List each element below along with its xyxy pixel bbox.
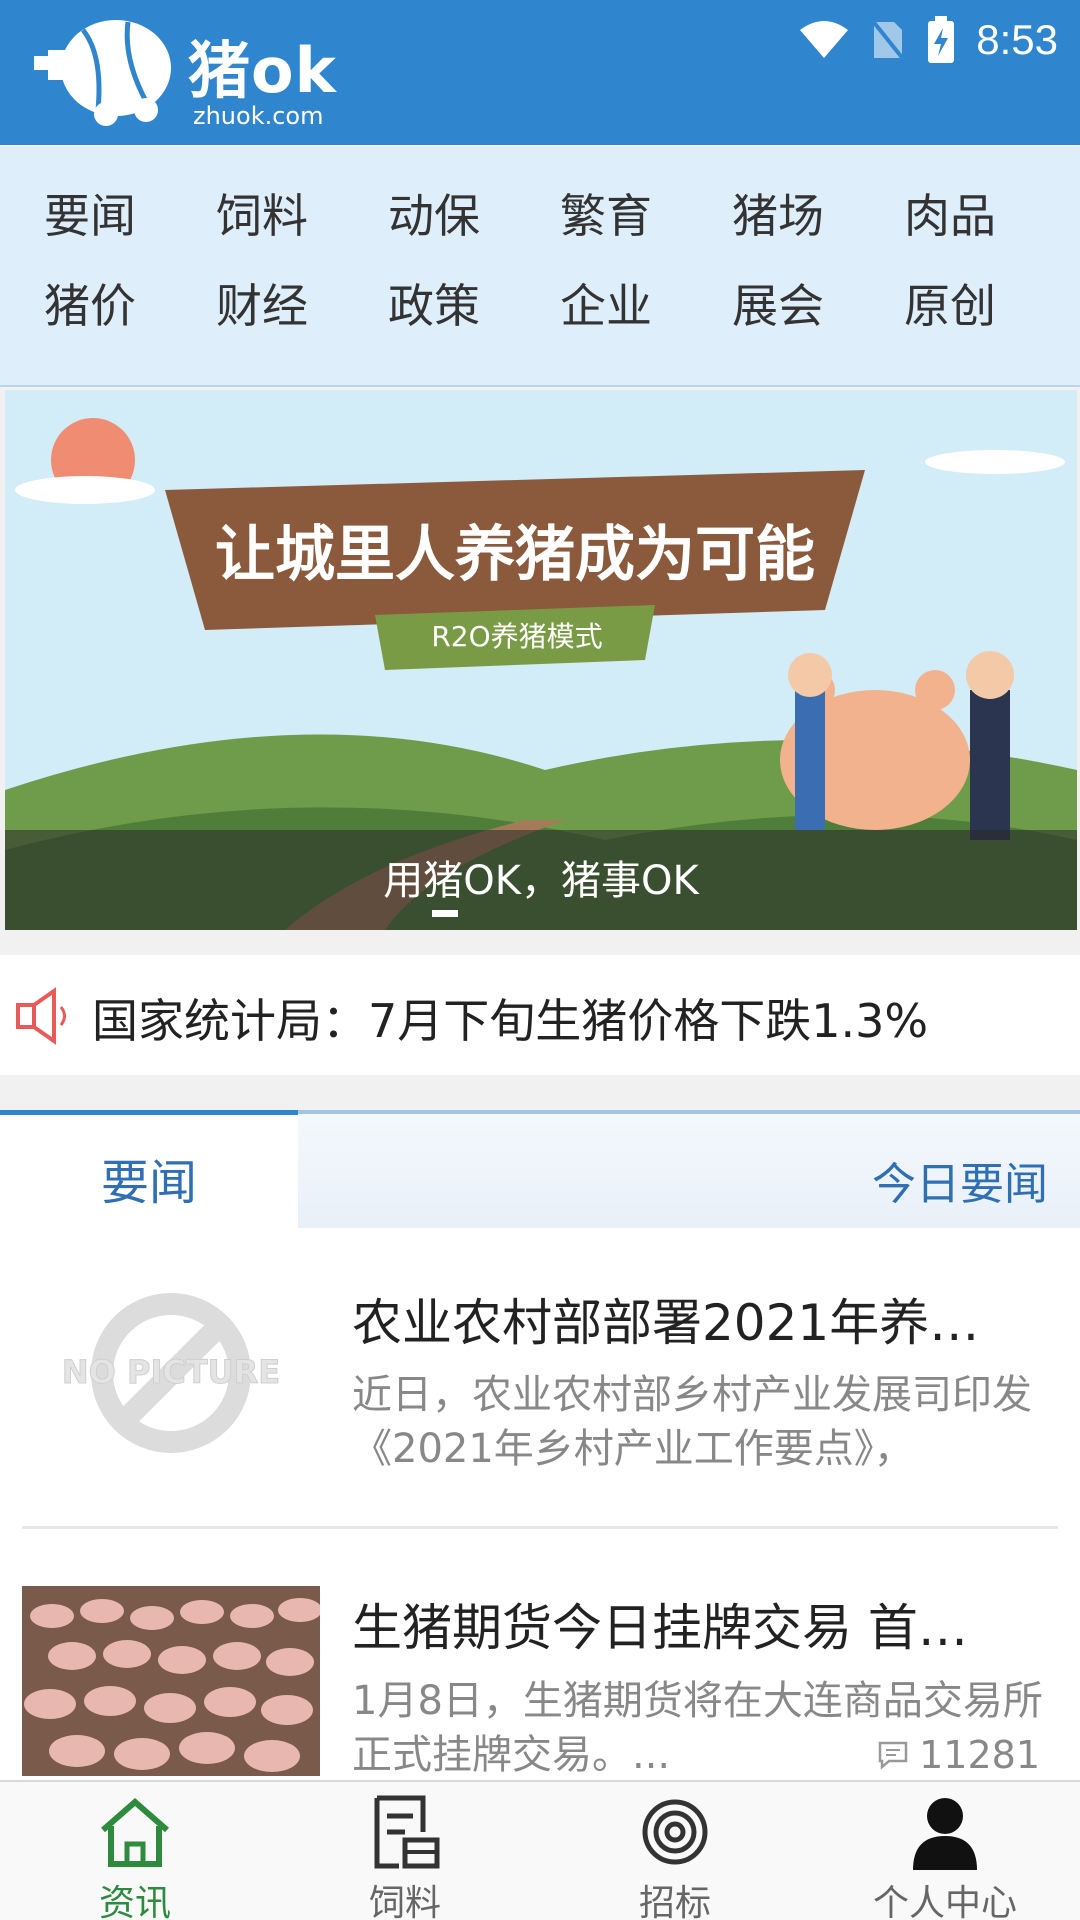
- section-tabs: 要闻 今日要闻: [0, 1110, 1080, 1228]
- category-grid: 要闻 饲料 动保 繁育 猪场 肉品 猪价 财经 政策 企业 展会 原创: [20, 185, 1060, 337]
- pig-logo-icon: [34, 20, 171, 126]
- category-yaowen[interactable]: 要闻: [20, 185, 192, 247]
- category-dongbao[interactable]: 动保: [364, 185, 536, 247]
- nav-news[interactable]: 资讯: [0, 1782, 270, 1920]
- home-icon: [101, 1798, 169, 1867]
- nav-feed-label: 饲料: [368, 1883, 441, 1920]
- comment-icon: [878, 1741, 908, 1770]
- nav-feed[interactable]: 饲料: [270, 1782, 540, 1920]
- clock: 8:53: [976, 16, 1058, 63]
- banner-caption: 用猪OK，猪事OK: [383, 858, 699, 904]
- category-zhujia[interactable]: 猪价: [20, 275, 192, 337]
- tab-yaowen-label: 要闻: [100, 1155, 197, 1211]
- brand-logo[interactable]: 猪ok zhuok.com: [28, 10, 348, 130]
- target-icon: [642, 1799, 708, 1865]
- nav-profile-label: 个人中心: [872, 1883, 1017, 1920]
- news-summary: 近日，农业农村部乡村产业发展司印发《2021年乡村产业工作要点》，: [352, 1372, 1032, 1472]
- notice-bar[interactable]: 国家统计局：7月下旬生猪价格下跌1.3%: [0, 955, 1080, 1075]
- news-title[interactable]: 农业农村部部署2021年养…: [352, 1283, 1042, 1355]
- nav-profile[interactable]: 个人中心: [810, 1782, 1080, 1920]
- category-yuanchuang[interactable]: 原创: [880, 275, 1052, 337]
- category-caijing[interactable]: 财经: [192, 275, 364, 337]
- comment-count: 11281: [877, 1733, 1040, 1777]
- banner-caption-bar: 用猪OK，猪事OK: [5, 830, 1077, 930]
- category-zhuchang[interactable]: 猪场: [708, 185, 880, 247]
- person-icon: [913, 1798, 977, 1870]
- notice-text: 国家统计局：7月下旬生猪价格下跌1.3%: [92, 994, 929, 1048]
- news-list: NO PICTURE 农业农村部部署2021年养… 近日，农业农村部乡村产业发展…: [0, 1228, 1080, 1780]
- battery-charging-icon: [928, 16, 955, 63]
- promo-banner[interactable]: 让城里人养猪成为可能 R2O养猪模式 用猪OK，猪事OK: [5, 390, 1077, 930]
- nav-bidding[interactable]: 招标: [540, 1782, 810, 1920]
- feed-document-icon: [374, 1795, 440, 1869]
- app-header: 猪ok zhuok.com 8:53: [0, 0, 1080, 145]
- today-news-link[interactable]: 今日要闻: [872, 1148, 1048, 1212]
- tab-yaowen[interactable]: 要闻: [0, 1110, 298, 1228]
- category-qiye[interactable]: 企业: [536, 275, 708, 337]
- category-zhengce[interactable]: 政策: [364, 275, 536, 337]
- no-sim-icon: [870, 18, 906, 62]
- news-item[interactable]: 生猪期货今日挂牌交易 首… 1月8日，生猪期货将在大连商品交易所正式挂牌交易。.…: [0, 1530, 1080, 1780]
- category-siliao[interactable]: 饲料: [192, 185, 364, 247]
- category-panel: 要闻 饲料 动保 繁育 猪场 肉品 猪价 财经 政策 企业 展会 原创: [0, 147, 1080, 387]
- category-roupin[interactable]: 肉品: [880, 185, 1052, 247]
- category-fanyu[interactable]: 繁育: [536, 185, 708, 247]
- banner-subline: R2O养猪模式: [431, 620, 602, 653]
- carousel-indicator[interactable]: [432, 910, 458, 917]
- banner-headline: 让城里人养猪成为可能: [215, 520, 815, 590]
- speaker-icon: [16, 987, 66, 1045]
- no-picture-thumbnail: NO PICTURE: [22, 1278, 320, 1468]
- brand-domain: zhuok.com: [193, 102, 324, 130]
- category-zhanhui[interactable]: 展会: [708, 275, 880, 337]
- pigs-photo-thumbnail: [22, 1586, 320, 1776]
- status-bar: 8:53: [798, 12, 1058, 68]
- wifi-icon: [800, 21, 849, 58]
- nav-bidding-label: 招标: [638, 1883, 711, 1920]
- comment-count-value: 11281: [919, 1733, 1040, 1777]
- nav-news-label: 资讯: [98, 1883, 171, 1920]
- news-item[interactable]: NO PICTURE 农业农村部部署2021年养… 近日，农业农村部乡村产业发展…: [0, 1228, 1080, 1529]
- svg-text:NO PICTURE: NO PICTURE: [62, 1353, 280, 1391]
- bottom-nav: 资讯 饲料 招标 个人中心: [0, 1780, 1080, 1920]
- brand-name: 猪ok: [188, 34, 337, 107]
- divider: [22, 1526, 1058, 1529]
- news-title[interactable]: 生猪期货今日挂牌交易 首…: [352, 1588, 1042, 1660]
